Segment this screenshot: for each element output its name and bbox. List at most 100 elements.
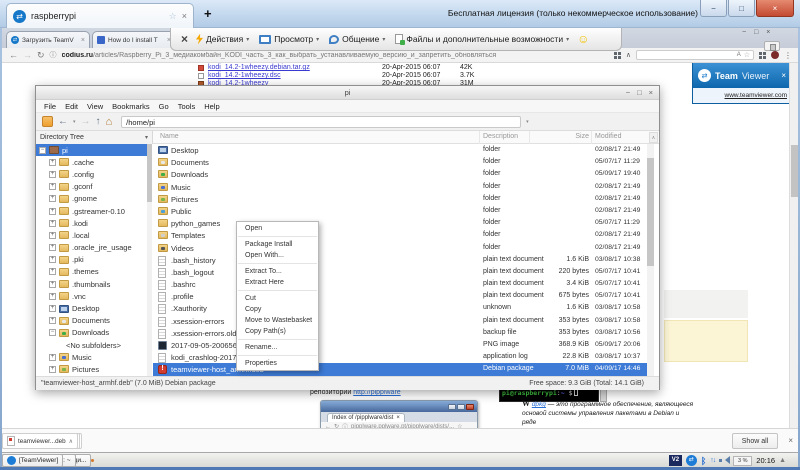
panel-close-icon[interactable]: ×: [781, 71, 786, 80]
teamviewer-link[interactable]: www.teamviewer.com: [725, 92, 788, 99]
translate-icon[interactable]: A: [737, 52, 741, 58]
expander-icon[interactable]: [49, 159, 56, 166]
file-row[interactable]: .profile plain text document 675 bytes 0…: [153, 290, 654, 302]
session-tab-close-icon[interactable]: ×: [182, 11, 187, 21]
expander-icon[interactable]: [49, 317, 56, 324]
fm-menu-item[interactable]: Edit: [65, 102, 78, 111]
session-tab[interactable]: ⇄ raspberrypi ☆ ×: [6, 3, 194, 28]
tree-item[interactable]: .themes: [36, 266, 151, 278]
expander-icon[interactable]: [49, 293, 56, 300]
expander-icon[interactable]: [49, 183, 56, 190]
apps-grid-icon[interactable]: [614, 52, 621, 59]
scrollbar-thumb[interactable]: [147, 144, 152, 202]
fm-menu-item[interactable]: Go: [159, 102, 169, 111]
file-row[interactable]: Music folder 02/08/17 21:49: [153, 181, 654, 193]
expander-icon[interactable]: [39, 147, 46, 154]
tree-item[interactable]: .local: [36, 229, 151, 241]
expander-icon[interactable]: [49, 208, 56, 215]
bluetooth-icon[interactable]: ᛒ: [701, 456, 706, 466]
home-icon[interactable]: ⌂: [106, 117, 113, 127]
page-scrollbar[interactable]: [789, 63, 798, 428]
reload-icon[interactable]: ↻: [37, 50, 45, 61]
back-icon[interactable]: ←: [58, 117, 68, 127]
context-menu-item[interactable]: Open With...: [237, 250, 318, 261]
tree-item[interactable]: .oracle_jre_usage: [36, 242, 151, 254]
fm-menu-item[interactable]: Tools: [178, 102, 196, 111]
forward-icon[interactable]: →: [23, 50, 32, 60]
expander-icon[interactable]: [49, 244, 56, 251]
close-button[interactable]: ×: [756, 0, 794, 17]
download-item[interactable]: teamviewer...deb ∧: [2, 433, 78, 449]
context-menu-item[interactable]: Open: [237, 223, 318, 234]
context-menu-item[interactable]: Move to Wastebasket: [237, 315, 318, 326]
file-link[interactable]: kodi_14.2-1wheezy.dsc: [208, 72, 281, 79]
remote-window-controls[interactable]: − □ ×: [742, 29, 773, 36]
scroll-up-icon[interactable]: ∧: [649, 132, 658, 143]
browser-tab-2[interactable]: How do I install T ×: [92, 31, 176, 48]
file-row[interactable]: Public folder 02/08/17 21:49: [153, 205, 654, 217]
minimize-button[interactable]: −: [700, 0, 727, 17]
url-text[interactable]: codius.ru/articles/Raspberry_Pi_3_медиак…: [62, 52, 497, 59]
context-menu-item[interactable]: Extract To...: [237, 266, 318, 277]
context-menu-item[interactable]: [238, 339, 317, 340]
fm-minimize-button[interactable]: −: [626, 88, 630, 97]
fm-titlebar[interactable]: pi − □ ×: [36, 86, 659, 100]
chevron-up-icon[interactable]: ∧: [69, 438, 73, 445]
path-input[interactable]: /home/pi: [121, 116, 521, 128]
file-row[interactable]: Pictures folder 02/08/17 21:49: [153, 193, 654, 205]
file-row[interactable]: .Xauthority unknown 1.6 KiB 03/08/17 10:…: [153, 302, 654, 314]
up-icon[interactable]: ↑: [96, 117, 101, 127]
path-go-icon[interactable]: ▾: [526, 119, 529, 125]
fm-close-button[interactable]: ×: [649, 88, 653, 97]
tree-item[interactable]: .vnc: [36, 290, 151, 302]
file-row[interactable]: teamviewer-host_armhf.deb Debian package…: [153, 363, 654, 375]
tree-item[interactable]: .gconf: [36, 181, 151, 193]
scrollbar-thumb[interactable]: [647, 158, 654, 266]
browser-menu-icon[interactable]: ⋮: [784, 51, 792, 60]
adblock-extension-icon[interactable]: [771, 51, 779, 59]
file-row[interactable]: Downloads folder 05/09/17 19:40: [153, 168, 654, 180]
back-icon[interactable]: ←: [9, 50, 18, 60]
scrollbar-thumb[interactable]: [791, 145, 798, 197]
tab-close-icon[interactable]: ×: [81, 37, 85, 44]
file-row[interactable]: .bash_history plain text document 1.6 Ki…: [153, 254, 654, 266]
expander-icon[interactable]: [49, 256, 56, 263]
show-all-downloads-button[interactable]: Show all: [732, 433, 778, 449]
toolbar-menu-item[interactable]: Действия ▾: [196, 34, 249, 45]
tree-item[interactable]: .gnome: [36, 193, 151, 205]
page-info-icon[interactable]: ⓘ: [50, 50, 57, 60]
expander-icon[interactable]: [49, 268, 56, 275]
repo-link[interactable]: http://pipplware: [353, 389, 400, 396]
fm-menu-item[interactable]: Help: [204, 102, 219, 111]
fm-menu-item[interactable]: Bookmarks: [112, 102, 150, 111]
volume-icon[interactable]: [719, 456, 729, 465]
browser-tab-1[interactable]: ⇄ Загрузить TeamV ×: [6, 31, 90, 48]
task-button[interactable]: [TeamViewer]: [2, 454, 63, 467]
toolbar-menu-item[interactable]: Файлы и дополнительные возможности ▾: [395, 34, 569, 44]
expander-icon[interactable]: [49, 195, 56, 202]
tree-item[interactable]: .gstreamer-0.10: [36, 205, 151, 217]
tree-item[interactable]: .config: [36, 168, 151, 180]
file-link[interactable]: kodi_14.2-1wheezy.debian.tar.gz: [208, 64, 310, 71]
context-menu-item[interactable]: [238, 236, 317, 237]
tree-item[interactable]: Pictures: [36, 363, 151, 375]
new-tab-icon[interactable]: [42, 116, 53, 127]
tree-item[interactable]: Downloads: [36, 327, 151, 339]
file-row[interactable]: Documents folder 05/07/17 11:29: [153, 156, 654, 168]
file-row[interactable]: Videos folder 02/08/17 21:49: [153, 242, 654, 254]
eject-icon[interactable]: ▲: [779, 457, 786, 464]
favorite-star-icon[interactable]: ☆: [169, 11, 177, 22]
file-row[interactable]: .xsession-errors plain text document 353…: [153, 315, 654, 327]
fm-menu-item[interactable]: File: [44, 102, 56, 111]
context-menu-item[interactable]: Extract Here: [237, 277, 318, 288]
back-history-chevron-icon[interactable]: ▾: [73, 119, 76, 125]
expander-icon[interactable]: [49, 171, 56, 178]
tree-scrollbar[interactable]: [147, 144, 152, 376]
file-row[interactable]: Templates folder 02/08/17 21:49: [153, 229, 654, 241]
context-menu-item[interactable]: Rename...: [237, 342, 318, 353]
file-row[interactable]: 2017-09-05-200656 PNG image 368.9 KiB 05…: [153, 339, 654, 351]
context-menu-item[interactable]: [238, 355, 317, 356]
context-menu-item[interactable]: Properties: [237, 358, 318, 369]
vnc-tray-icon[interactable]: V2: [669, 455, 682, 466]
tree-item[interactable]: .kodi: [36, 217, 151, 229]
